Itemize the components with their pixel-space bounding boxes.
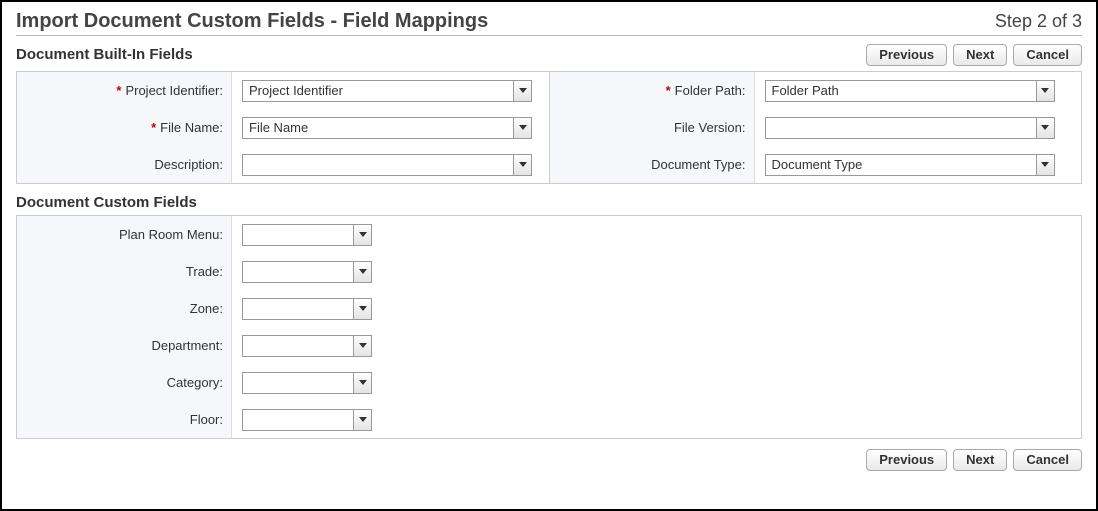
description-combo[interactable] xyxy=(242,154,532,176)
file-version-combo[interactable] xyxy=(765,117,1055,139)
trade-label: Trade: xyxy=(17,253,232,290)
document-type-value: Document Type xyxy=(766,157,1036,172)
builtin-right-column: * Folder Path: Folder Path File Version: xyxy=(550,72,1082,183)
previous-button[interactable]: Previous xyxy=(866,44,947,66)
description-label: Description: xyxy=(17,146,232,183)
chevron-down-icon xyxy=(1041,162,1049,167)
floor-label: Floor: xyxy=(17,401,232,438)
chevron-down-icon xyxy=(1041,125,1049,130)
builtin-section-header: Document Built-In Fields Previous Next C… xyxy=(16,42,1082,67)
page-title: Import Document Custom Fields - Field Ma… xyxy=(16,10,488,33)
zone-dropdown-button[interactable] xyxy=(353,299,371,319)
bottom-button-group: Previous Next Cancel xyxy=(16,449,1082,471)
builtin-section-title: Document Built-In Fields xyxy=(16,46,193,63)
project-identifier-value: Project Identifier xyxy=(243,83,513,98)
folder-path-dropdown-button[interactable] xyxy=(1036,81,1054,101)
plan-room-menu-combo[interactable] xyxy=(242,224,372,246)
file-version-label: File Version: xyxy=(550,109,755,146)
category-label: Category: xyxy=(17,364,232,401)
department-label: Department: xyxy=(17,327,232,364)
file-version-dropdown-button[interactable] xyxy=(1036,118,1054,138)
file-name-value: File Name xyxy=(243,120,513,135)
folder-path-combo[interactable]: Folder Path xyxy=(765,80,1055,102)
chevron-down-icon xyxy=(519,162,527,167)
project-identifier-dropdown-button[interactable] xyxy=(513,81,531,101)
custom-section-title: Document Custom Fields xyxy=(16,194,1082,211)
category-dropdown-button[interactable] xyxy=(353,373,371,393)
next-button[interactable]: Next xyxy=(953,44,1007,66)
previous-button-bottom[interactable]: Previous xyxy=(866,449,947,471)
chevron-down-icon xyxy=(519,125,527,130)
custom-fields-panel: Plan Room Menu: Trade: Z xyxy=(16,215,1082,439)
description-dropdown-button[interactable] xyxy=(513,155,531,175)
document-type-dropdown-button[interactable] xyxy=(1036,155,1054,175)
plan-room-menu-label: Plan Room Menu: xyxy=(17,216,232,253)
department-combo[interactable] xyxy=(242,335,372,357)
chevron-down-icon xyxy=(359,232,367,237)
page-header: Import Document Custom Fields - Field Ma… xyxy=(16,10,1082,36)
chevron-down-icon xyxy=(1041,88,1049,93)
file-name-label: * File Name: xyxy=(17,109,232,146)
folder-path-label: * Folder Path: xyxy=(550,72,755,109)
floor-combo[interactable] xyxy=(242,409,372,431)
zone-label: Zone: xyxy=(17,290,232,327)
file-name-dropdown-button[interactable] xyxy=(513,118,531,138)
file-name-combo[interactable]: File Name xyxy=(242,117,532,139)
trade-combo[interactable] xyxy=(242,261,372,283)
category-combo[interactable] xyxy=(242,372,372,394)
project-identifier-label: * Project Identifier: xyxy=(17,72,232,109)
folder-path-value: Folder Path xyxy=(766,83,1036,98)
cancel-button[interactable]: Cancel xyxy=(1013,44,1082,66)
zone-combo[interactable] xyxy=(242,298,372,320)
builtin-fields-panel: * Project Identifier: Project Identifier… xyxy=(16,71,1082,184)
top-button-group: Previous Next Cancel xyxy=(866,44,1082,66)
step-indicator: Step 2 of 3 xyxy=(995,11,1082,32)
chevron-down-icon xyxy=(519,88,527,93)
chevron-down-icon xyxy=(359,380,367,385)
chevron-down-icon xyxy=(359,343,367,348)
document-type-label: Document Type: xyxy=(550,146,755,183)
project-identifier-combo[interactable]: Project Identifier xyxy=(242,80,532,102)
chevron-down-icon xyxy=(359,269,367,274)
builtin-left-column: * Project Identifier: Project Identifier… xyxy=(17,72,549,183)
cancel-button-bottom[interactable]: Cancel xyxy=(1013,449,1082,471)
department-dropdown-button[interactable] xyxy=(353,336,371,356)
required-asterisk: * xyxy=(666,83,671,98)
chevron-down-icon xyxy=(359,306,367,311)
chevron-down-icon xyxy=(359,417,367,422)
next-button-bottom[interactable]: Next xyxy=(953,449,1007,471)
plan-room-menu-dropdown-button[interactable] xyxy=(353,225,371,245)
required-asterisk: * xyxy=(151,120,156,135)
floor-dropdown-button[interactable] xyxy=(353,410,371,430)
import-custom-fields-page: Import Document Custom Fields - Field Ma… xyxy=(0,0,1098,511)
trade-dropdown-button[interactable] xyxy=(353,262,371,282)
required-asterisk: * xyxy=(116,83,121,98)
document-type-combo[interactable]: Document Type xyxy=(765,154,1055,176)
